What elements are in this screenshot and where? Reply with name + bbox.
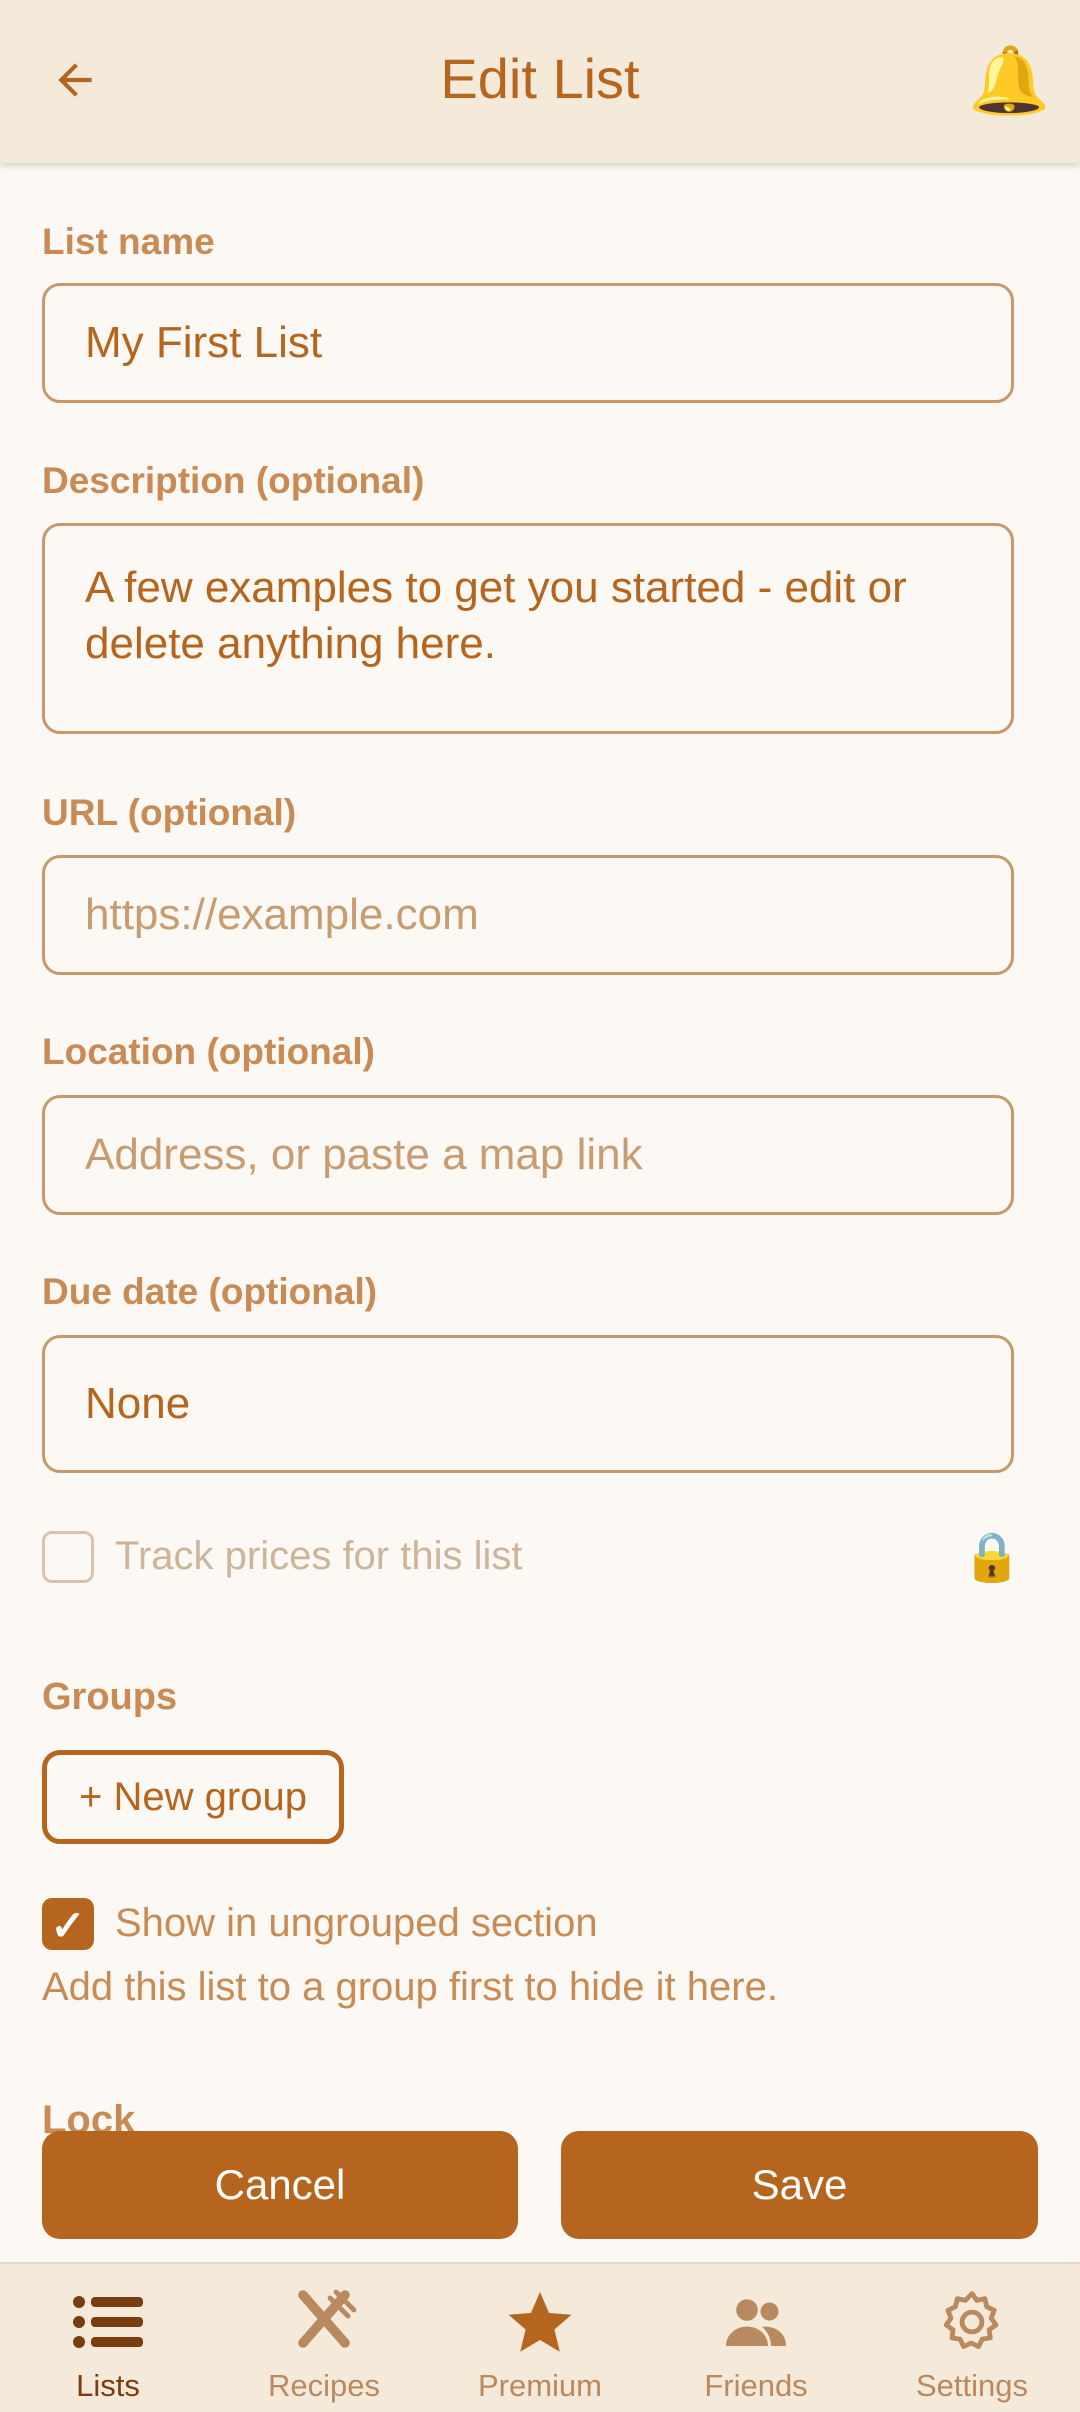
show-ungrouped-checkbox[interactable]: ✓ xyxy=(42,1898,94,1950)
nav-item-lists[interactable]: Lists xyxy=(0,2264,216,2412)
friends-icon xyxy=(726,2299,786,2346)
lock-icon: 🔒 xyxy=(962,1531,1022,1584)
url-input[interactable]: https://example.com xyxy=(42,855,1014,975)
list-name-label: List name xyxy=(42,221,215,262)
app-bar: Edit List 🔔 xyxy=(0,0,1080,163)
track-prices-checkbox[interactable] xyxy=(42,1531,94,1583)
nav-item-settings[interactable]: Settings xyxy=(864,2264,1080,2412)
description-label: Description (optional) xyxy=(42,460,425,501)
star-icon xyxy=(508,2292,572,2352)
ungrouped-hint: Add this list to a group first to hide i… xyxy=(42,1965,778,2009)
page-title: Edit List xyxy=(440,47,640,110)
track-prices-label: Track prices for this list xyxy=(115,1534,523,1578)
new-group-button[interactable]: + New group xyxy=(42,1750,344,1844)
bottom-navigation: Lists Recipes Premium Friends Settings xyxy=(0,2262,1080,2412)
description-input[interactable]: A few examples to get you started - edit… xyxy=(42,523,1014,734)
save-button[interactable]: Save xyxy=(561,2131,1038,2239)
utensils-icon xyxy=(298,2289,357,2348)
location-label: Location (optional) xyxy=(42,1031,375,1072)
nav-label-friends: Friends xyxy=(704,2368,808,2403)
show-ungrouped-label: Show in ungrouped section xyxy=(115,1901,598,1945)
list-name-input[interactable]: My First List xyxy=(42,283,1014,403)
nav-label-settings: Settings xyxy=(915,2368,1028,2403)
nav-label-premium: Premium xyxy=(477,2368,602,2403)
due-date-label: Due date (optional) xyxy=(42,1271,378,1312)
nav-item-premium[interactable]: Premium xyxy=(432,2264,648,2412)
nav-item-recipes[interactable]: Recipes xyxy=(216,2264,432,2412)
due-date-field[interactable]: None xyxy=(42,1335,1014,1473)
check-icon: ✓ xyxy=(50,1902,86,1949)
groups-label: Groups xyxy=(42,1676,178,1718)
notifications-bell-icon[interactable]: 🔔 xyxy=(968,40,1050,120)
list-icon xyxy=(73,2296,143,2348)
nav-label-recipes: Recipes xyxy=(268,2368,380,2403)
nav-item-friends[interactable]: Friends xyxy=(648,2264,864,2412)
url-label: URL (optional) xyxy=(42,792,297,833)
nav-label-lists: Lists xyxy=(76,2368,140,2403)
gear-icon xyxy=(943,2291,999,2349)
location-input[interactable]: Address, or paste a map link xyxy=(42,1095,1014,1215)
cancel-button[interactable]: Cancel xyxy=(42,2131,518,2239)
